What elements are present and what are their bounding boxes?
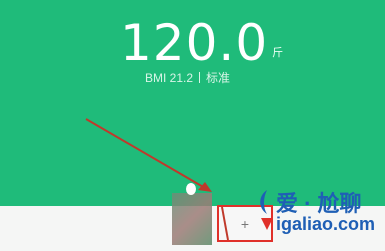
arrow-line bbox=[85, 118, 206, 189]
watermark-url: igaliao.com bbox=[276, 214, 376, 234]
arrow-tail bbox=[221, 206, 229, 241]
arrow-head bbox=[198, 182, 212, 192]
